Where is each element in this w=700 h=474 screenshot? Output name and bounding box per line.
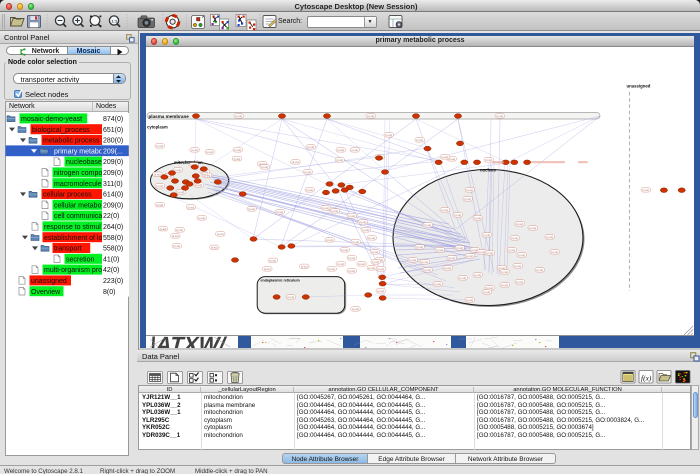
svg-text:f(x): f(x)	[641, 374, 652, 383]
